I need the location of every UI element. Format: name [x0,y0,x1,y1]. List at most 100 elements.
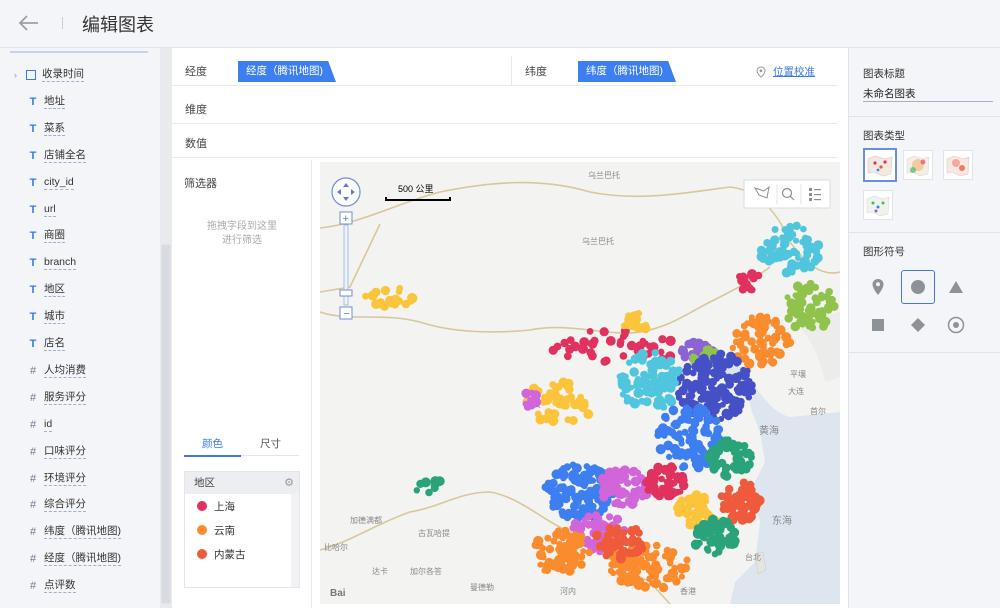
map-point[interactable] [709,462,719,472]
map-point[interactable] [654,427,663,436]
map-point[interactable] [734,494,741,502]
field-item[interactable]: # 服务评分 [14,389,86,407]
map-point[interactable] [696,539,703,547]
map-point[interactable] [629,493,640,504]
map-point[interactable] [774,348,785,359]
map-point[interactable] [799,321,806,328]
map-point[interactable] [413,487,420,494]
map-point[interactable] [717,492,726,500]
symbol-pin[interactable] [861,270,895,304]
map-point[interactable] [621,330,629,338]
map-point[interactable] [704,451,715,462]
map-point[interactable] [560,338,569,348]
map-point[interactable] [639,350,648,359]
map-point[interactable] [775,252,785,262]
map-point[interactable] [807,242,814,249]
map-point[interactable] [680,462,689,471]
map-point[interactable] [690,419,700,428]
map-point[interactable] [698,505,708,516]
map-point[interactable] [667,470,675,478]
map-point[interactable] [701,408,710,417]
map-point[interactable] [628,526,638,536]
map-point[interactable] [713,540,720,548]
map-point[interactable] [586,328,594,335]
map-point[interactable] [793,250,801,257]
field-item[interactable]: › 收录时间 [14,66,84,84]
map-point[interactable] [713,366,724,378]
map-point[interactable] [652,399,664,410]
map-point[interactable] [619,535,628,544]
map-point[interactable] [622,489,630,498]
map-point[interactable] [642,397,652,407]
map-point[interactable] [680,352,690,362]
map-point[interactable] [792,237,800,244]
map-point[interactable] [616,575,627,586]
map-point[interactable] [612,514,623,524]
value-shelf[interactable]: 数值 [172,124,837,158]
map-point[interactable] [541,483,550,492]
map-point[interactable] [616,551,623,558]
map-point[interactable] [733,360,740,367]
map-point[interactable] [728,541,736,549]
map-point[interactable] [682,508,692,519]
map-point[interactable] [362,292,370,300]
tab-size[interactable]: 尺寸 [242,436,299,451]
map-point[interactable] [760,329,767,337]
map-point[interactable] [652,541,661,550]
map-point[interactable] [712,416,721,426]
map-point[interactable] [749,274,758,283]
map-point[interactable] [541,395,552,406]
map-point[interactable] [367,290,378,301]
map-point[interactable] [645,342,653,350]
map-point[interactable] [772,337,779,344]
latitude-field-pill[interactable]: 纬度（腾讯地图) [578,61,676,82]
map-point[interactable] [784,333,792,341]
field-item[interactable]: Tcity_id [14,174,74,192]
map-point[interactable] [825,288,833,296]
symbol-diamond[interactable] [901,308,935,342]
field-item[interactable]: # 口味评分 [14,443,86,461]
map-point[interactable] [592,530,602,541]
map-chart[interactable]: 乌兰巴托 乌兰巴托 渤海 平壤 大连 首尔 黄海 东海 台北 加德满都 比哈尔 … [320,162,840,604]
map-point[interactable] [732,338,740,346]
map-point[interactable] [703,418,711,426]
map-point[interactable] [644,553,653,562]
map-point[interactable] [684,494,693,503]
map-point[interactable] [544,534,552,542]
map-point[interactable] [635,310,643,317]
map-point[interactable] [650,579,659,588]
map-point[interactable] [667,398,676,407]
map-point[interactable] [587,490,597,499]
map-point[interactable] [758,253,769,263]
legend-item[interactable]: 内蒙古 [185,542,299,566]
map-point[interactable] [737,456,745,464]
map-point[interactable] [649,486,657,495]
map-point[interactable] [629,466,639,476]
map-point[interactable] [729,461,740,472]
map-point[interactable] [693,405,703,414]
map-point[interactable] [735,383,744,391]
map-point[interactable] [781,267,792,278]
field-item[interactable]: T 店名 [14,335,65,353]
map-point[interactable] [653,462,663,473]
map-point[interactable] [550,537,558,545]
map-point[interactable] [767,254,777,264]
map-point[interactable] [580,344,587,351]
map-point[interactable] [668,366,678,376]
map-point[interactable] [677,488,684,495]
chart-type-dot-map[interactable] [863,190,893,220]
map-point[interactable] [556,543,565,552]
map-point[interactable] [557,466,567,477]
field-item[interactable]: # 综合评分 [14,496,86,514]
map-point[interactable] [718,516,728,526]
map-point[interactable] [548,345,558,355]
map-point[interactable] [554,382,563,391]
map-point[interactable] [642,384,652,394]
map-point[interactable] [537,561,544,568]
symbol-square[interactable] [861,308,895,342]
map-point[interactable] [577,393,585,401]
map-point[interactable] [818,294,826,302]
map-point[interactable] [560,483,567,490]
map-point[interactable] [699,353,709,364]
map-point[interactable] [658,583,669,593]
